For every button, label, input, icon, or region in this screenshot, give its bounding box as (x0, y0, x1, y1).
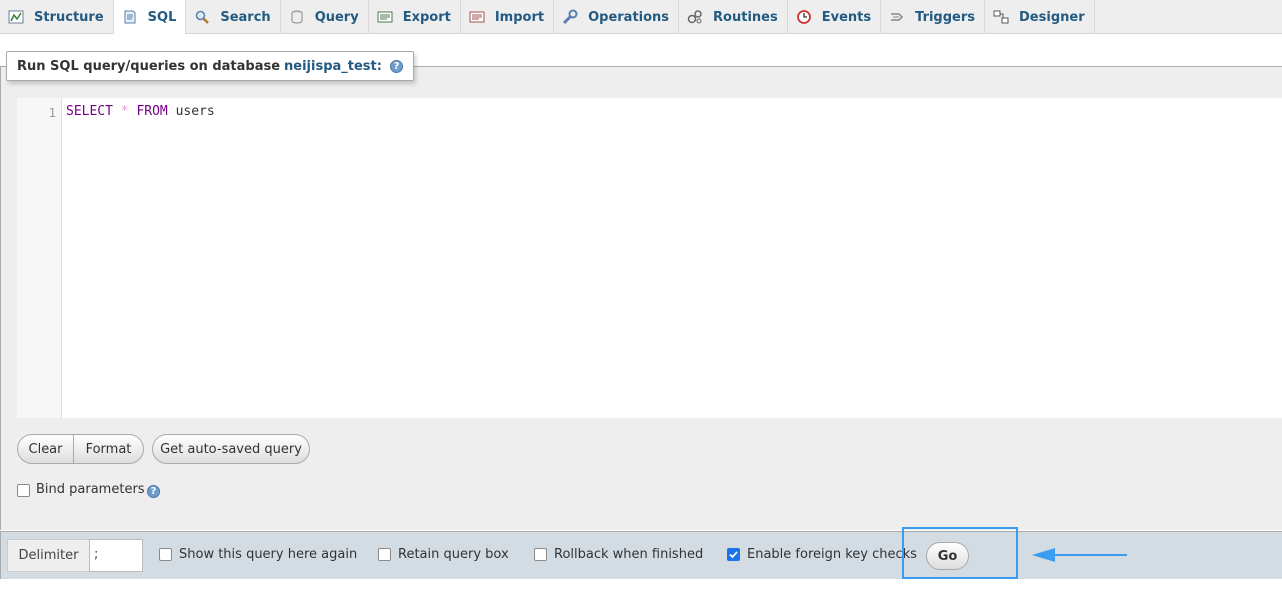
tab-label: Import (494, 9, 545, 25)
clear-button[interactable]: Clear (17, 434, 74, 464)
bind-parameters-label: Bind parameters (36, 482, 145, 497)
pointer-arrow-icon (1032, 548, 1127, 562)
clock-icon (796, 9, 812, 25)
bind-parameters-help-icon[interactable]: ? (147, 485, 160, 498)
delimiter-input[interactable]: ; (89, 539, 143, 572)
database-link[interactable]: neijispa_test: (284, 59, 382, 74)
rollback-when-finished-checkbox[interactable] (534, 548, 547, 561)
tab-sql[interactable]: SQL (113, 0, 187, 35)
designer-icon (993, 9, 1009, 25)
sql-editor[interactable]: 1 SELECT * FROM users (17, 98, 1282, 418)
foreign-key-checks-label: Enable foreign key checks (747, 547, 917, 562)
import-icon (469, 9, 485, 25)
triggers-icon (889, 9, 905, 25)
help-icon[interactable]: ? (389, 59, 403, 73)
foreign-key-checks-checkbox[interactable] (727, 548, 740, 561)
bind-parameters-checkbox[interactable] (17, 484, 30, 497)
tab-triggers[interactable]: Triggers (881, 0, 986, 34)
panel-legend: Run SQL query/queries on database neijis… (6, 51, 414, 81)
legend-text: Run SQL query/queries on database (17, 58, 281, 74)
tab-label: Events (821, 9, 872, 25)
tab-routines[interactable]: Routines (679, 0, 788, 34)
tab-structure[interactable]: Structure (0, 0, 114, 34)
line-number: 1 (48, 105, 56, 120)
tab-label: Operations (588, 9, 670, 25)
tab-search[interactable]: Search (186, 0, 281, 34)
keyword-from: FROM (136, 104, 168, 119)
delimiter-label: Delimiter (7, 539, 90, 572)
operator-star: * (120, 104, 129, 119)
tab-label: Designer (1019, 9, 1085, 25)
retain-query-box-checkbox[interactable] (378, 548, 391, 561)
tab-query[interactable]: Query (281, 0, 369, 34)
wrench-icon (562, 9, 578, 25)
tab-label: Query (314, 9, 359, 25)
tab-label: Triggers (915, 9, 976, 25)
rollback-when-finished-label: Rollback when finished (554, 547, 704, 562)
tab-export[interactable]: Export (369, 0, 461, 34)
query-icon (289, 9, 305, 25)
sql-icon (122, 9, 138, 25)
highlight-box (902, 527, 1018, 579)
search-icon (194, 9, 210, 25)
format-button[interactable]: Format (73, 434, 144, 464)
checkmark-icon (729, 551, 738, 559)
tab-label: SQL (147, 9, 177, 25)
keyword-select: SELECT (66, 104, 113, 119)
line-number-gutter: 1 (17, 98, 62, 418)
table-name: users (175, 104, 215, 119)
tab-label: Structure (34, 9, 104, 25)
retain-query-box-label: Retain query box (398, 547, 509, 562)
structure-icon (8, 9, 24, 25)
get-auto-saved-query-button[interactable]: Get auto-saved query (152, 434, 310, 464)
tab-designer[interactable]: Designer (985, 0, 1095, 34)
sql-code-line[interactable]: SELECT * FROM users (66, 104, 215, 119)
routines-icon (687, 9, 703, 25)
tab-bar: Structure SQL Search Query Export Import (0, 0, 1282, 35)
tab-label: Routines (713, 9, 778, 25)
export-icon (377, 9, 393, 25)
tab-label: Search (220, 9, 271, 25)
tab-events[interactable]: Events (788, 0, 882, 34)
tab-import[interactable]: Import (461, 0, 555, 34)
show-query-again-checkbox[interactable] (159, 548, 172, 561)
show-query-again-label: Show this query here again (179, 547, 358, 562)
tab-operations[interactable]: Operations (554, 0, 680, 34)
tab-label: Export (402, 9, 451, 25)
